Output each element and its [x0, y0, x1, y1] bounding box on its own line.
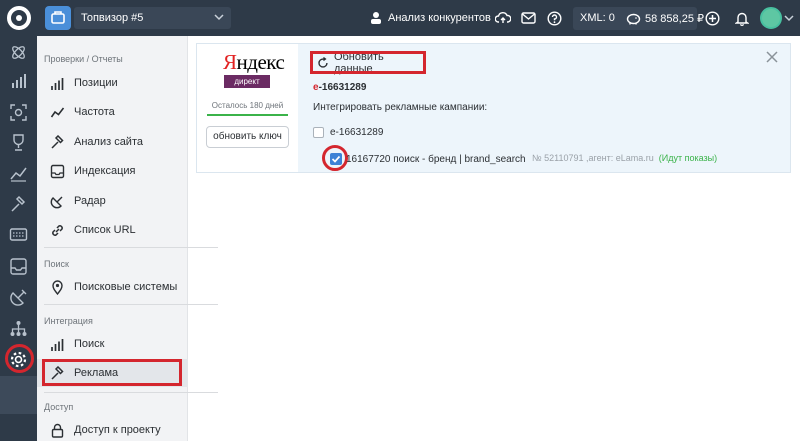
menu-item-site-analysis[interactable]: Анализ сайта: [37, 128, 188, 156]
close-icon[interactable]: [766, 51, 778, 63]
top-bar: Топвизор #5 Анализ конкурентов XML: 0 58…: [0, 0, 800, 36]
menu-divider: [44, 304, 218, 305]
menu-label: Частота: [74, 106, 115, 118]
remaining-days: Осталось 180 дней: [211, 101, 284, 110]
campaign-meta-text: № 52110791 ,агент: eLama.ru: [532, 153, 654, 163]
avatar[interactable]: [760, 7, 782, 29]
keyboard-icon[interactable]: [9, 225, 28, 244]
trend-icon: [50, 107, 65, 117]
balance-display[interactable]: 58 858,25 ₽: [626, 0, 704, 36]
menu-item-search-engines[interactable]: Поисковые системы: [37, 273, 188, 301]
lock-icon: [51, 423, 64, 438]
highlight-box: [310, 51, 426, 74]
xml-counter[interactable]: XML: 0: [580, 0, 615, 36]
menu-label: Анализ сайта: [74, 136, 143, 148]
balance-value: 58 858,25 ₽: [645, 12, 704, 25]
chevron-down-icon[interactable]: [784, 14, 794, 22]
account-id: e-16631289: [313, 82, 366, 93]
scan-icon[interactable]: [9, 103, 28, 122]
yandex-logo: Яндекс: [223, 50, 285, 75]
menu-label: Индексация: [74, 165, 136, 177]
topvisor-logo-icon[interactable]: [6, 5, 32, 31]
section-reports: Проверки / Отчеты: [44, 54, 123, 64]
menu-label: Поисковые системы: [74, 281, 178, 293]
menu-item-project-access[interactable]: Доступ к проекту: [37, 416, 188, 441]
section-access: Доступ: [44, 402, 74, 412]
campaign-label[interactable]: 16167720 поиск - бренд | brand_search: [346, 154, 526, 165]
section-integration: Интеграция: [44, 316, 93, 326]
help-icon[interactable]: [547, 0, 562, 36]
satellite-icon: [50, 196, 63, 208]
link-icon: [52, 224, 63, 236]
piggy-bank-icon: [626, 13, 641, 24]
inbox-icon: [50, 164, 65, 178]
menu-label: Радар: [74, 195, 106, 207]
trend-icon[interactable]: [9, 164, 28, 183]
menu-label: Список URL: [74, 224, 136, 236]
menu-label: Доступ к проекту: [74, 424, 161, 436]
bell-icon[interactable]: [735, 0, 749, 36]
project-name: Топвизор #5: [81, 12, 144, 24]
account-checkbox-label[interactable]: e-16631289: [330, 127, 383, 138]
highlight-ring: [322, 145, 348, 171]
menu-item-indexing[interactable]: Индексация: [37, 157, 188, 185]
menu-label: Поиск: [74, 338, 105, 350]
mail-icon[interactable]: [521, 0, 536, 36]
menu-item-radar[interactable]: Радар: [37, 187, 188, 215]
menu-item-frequency[interactable]: Частота: [37, 98, 188, 126]
section-search: Поиск: [44, 259, 69, 269]
bar-chart-icon[interactable]: [9, 72, 28, 91]
menu-divider: [44, 247, 218, 248]
account-number: -16631289: [318, 82, 367, 93]
briefcase-icon[interactable]: [45, 6, 71, 30]
competitors-link[interactable]: Анализ конкурентов: [369, 0, 491, 36]
logo-first-letter: Я: [223, 50, 237, 74]
menu-item-search[interactable]: Поиск: [37, 330, 188, 358]
chevron-down-icon: [214, 14, 224, 21]
icon-rail: [0, 36, 37, 441]
menu-divider: [44, 392, 218, 393]
satellite-icon[interactable]: [9, 288, 28, 307]
refresh-key-button[interactable]: обновить ключ: [206, 126, 289, 148]
highlight-ring: [5, 344, 34, 373]
hierarchy-icon[interactable]: [9, 319, 28, 338]
trophy-icon[interactable]: [9, 133, 28, 152]
menu-item-positions[interactable]: Позиции: [37, 69, 188, 97]
campaign-status: (Идут показы): [658, 153, 718, 163]
account-checkbox[interactable]: [313, 127, 324, 138]
map-pin-icon: [52, 279, 63, 295]
campaign-meta: № 52110791 ,агент: eLama.ru (Идут показы): [532, 153, 717, 163]
bar-chart-icon: [51, 77, 64, 90]
integrate-label: Интегрировать рекламные кампании:: [313, 102, 488, 113]
bar-chart-icon: [51, 338, 64, 351]
inbox-icon[interactable]: [9, 257, 28, 276]
cloud-upload-icon[interactable]: [495, 0, 511, 36]
competitors-label: Анализ конкурентов: [388, 12, 491, 24]
logo-rest: ндекс: [236, 50, 285, 74]
direct-badge: директ: [224, 75, 270, 88]
atom-icon[interactable]: [9, 43, 28, 62]
hammer-icon: [51, 134, 64, 149]
add-funds-icon[interactable]: [705, 0, 720, 36]
highlight-box: [42, 359, 182, 386]
user-group-icon: [371, 12, 381, 24]
hammer-icon[interactable]: [9, 195, 28, 214]
menu-item-url-list[interactable]: Список URL: [37, 216, 188, 244]
remaining-progress-bar: [207, 114, 288, 116]
project-select[interactable]: Топвизор #5: [74, 7, 231, 29]
menu-label: Позиции: [74, 77, 118, 89]
rail-active-highlight: [0, 376, 37, 414]
